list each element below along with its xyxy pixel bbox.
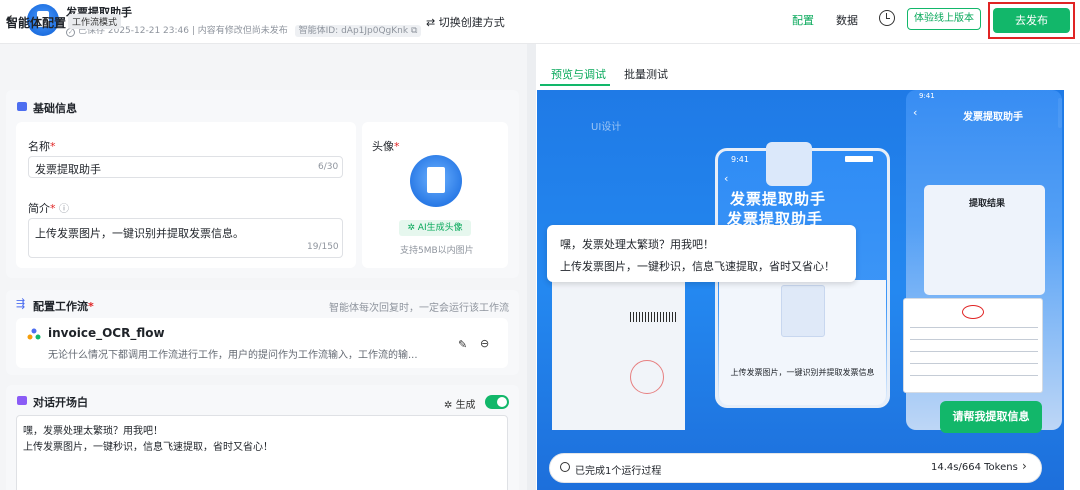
magic-icon: ✲ — [444, 400, 456, 411]
panel-divider[interactable] — [527, 44, 536, 490]
publish-button[interactable]: 去发布 — [993, 8, 1070, 33]
tab-underline — [540, 84, 610, 86]
intro-value: 上传发票图片，一键识别并提取发票信息。 — [35, 227, 244, 240]
agent-id-chip[interactable]: 智能体ID: dAp1Jp0QgKnk ⧉ — [294, 25, 422, 37]
opening-line2: 上传发票图片，一键秒识，信息飞速提取，省时又省心！ — [23, 442, 273, 453]
basic-info-icon — [17, 102, 27, 111]
phone-time: 9:41 — [731, 155, 749, 164]
config-header — [0, 44, 527, 84]
bubble-line1: 嘿，发票处理太繁琐？用我吧！ — [560, 238, 714, 251]
back-phone-chevron-icon: ‹ — [913, 106, 918, 119]
tab-batch-test[interactable]: 批量测试 — [624, 66, 668, 82]
stamp-icon — [630, 360, 664, 394]
phone-status-icons — [845, 156, 873, 162]
generate-label: 生成 — [455, 400, 476, 411]
nav-data[interactable]: 数据 — [836, 12, 858, 28]
info-icon: ⓘ — [59, 204, 69, 215]
switch-label: 切换创建方式 — [438, 16, 505, 29]
run-tokens: 14.4s/664 Tokens — [931, 462, 1018, 473]
ai-generate-avatar-button[interactable]: ✲ AI生成头像 — [399, 220, 471, 236]
phone-back-icon: ‹ — [724, 172, 729, 185]
magic-icon: ✲ — [407, 223, 418, 233]
phone-caption: 上传发票图片，一键识别并提取发票信息 — [730, 368, 875, 377]
history-icon[interactable] — [879, 10, 895, 26]
bubble-line2: 上传发票图片，一键秒识，信息飞速提取，省时又省心！ — [560, 260, 835, 273]
avatar-image[interactable] — [410, 155, 462, 207]
ai-gen-label: AI生成头像 — [417, 223, 463, 233]
try-online-version-button[interactable]: 体验线上版本 — [907, 8, 981, 30]
config-title: 智能体配置 — [6, 16, 67, 30]
back-phone-time: 9:41 — [919, 92, 935, 100]
workflow-hint: 智能体每次回复时，一定会运行该工作流 — [329, 303, 509, 314]
stamp-icon — [962, 305, 984, 319]
mode-tag: 工作流模式 — [68, 14, 122, 29]
workflow-name: invoice_OCR_flow — [48, 326, 165, 340]
opening-title: 对话开场白 — [33, 396, 88, 409]
switch-create-mode-button[interactable]: ⇄ 切换创建方式 — [426, 14, 505, 30]
name-counter: 6/30 — [318, 162, 339, 172]
avatar-label: 头像* — [372, 140, 400, 153]
workflow-desc: 无论什么情况下都调用工作流进行工作，用户的提问作为工作流输入，工作流的输... — [48, 350, 418, 361]
invoice-paper-left — [552, 280, 685, 430]
run-status-text: 已完成1个运行过程 — [575, 466, 662, 477]
check-circle-icon — [560, 462, 570, 472]
publish-highlight-box: 去发布 — [988, 2, 1075, 39]
nav-config[interactable]: 配置 — [792, 12, 814, 28]
phone-mini-avatar — [766, 142, 812, 186]
avatar-hint: 支持5MB以内图片 — [400, 246, 474, 256]
workflow-node-icon — [27, 328, 41, 340]
name-value: 发票提取助手 — [35, 163, 101, 176]
chevron-right-icon[interactable]: › — [1022, 459, 1027, 473]
generate-opening-button[interactable]: ✲ 生成 — [444, 396, 476, 411]
swap-icon: ⇄ — [426, 16, 439, 29]
opening-icon — [17, 396, 27, 405]
intro-textarea[interactable]: 上传发票图片，一键识别并提取发票信息。 — [28, 218, 343, 258]
barcode-icon — [630, 312, 676, 322]
name-label: 名称* — [28, 140, 56, 153]
extract-info-button[interactable]: 请帮我提取信息 — [940, 401, 1042, 433]
workflow-icon: ⇶ — [16, 297, 26, 310]
opening-line1: 嘿，发票处理太繁琐？用我吧！ — [23, 426, 163, 437]
invoice-image — [903, 298, 1043, 393]
basic-info-title: 基础信息 — [33, 102, 77, 115]
opening-toggle[interactable] — [485, 395, 509, 409]
opening-textarea[interactable]: 嘿，发票处理太繁琐？用我吧！ 上传发票图片，一键秒识，信息飞速提取，省时又省心！ — [16, 415, 508, 490]
phone-title-1: 发票提取助手 — [730, 190, 827, 208]
workflow-title: 配置工作流* — [33, 300, 94, 313]
ui-design-text: UI设计 — [591, 122, 622, 133]
name-input[interactable]: 发票提取助手 — [28, 156, 343, 178]
intro-label: 简介* ⓘ — [28, 202, 69, 215]
tab-preview-debug[interactable]: 预览与调试 — [551, 66, 606, 82]
remove-icon[interactable]: ⊖ — [480, 337, 489, 350]
edit-icon[interactable]: ✎ — [458, 338, 467, 351]
result-title: 提取结果 — [969, 199, 1006, 209]
document-icon — [781, 285, 825, 337]
agent-id-text: 智能体ID: dAp1Jp0QgKnk — [298, 26, 409, 36]
check-circle-icon: ✓ — [66, 28, 75, 37]
back-phone-title: 发票提取助手 — [963, 112, 1023, 123]
intro-counter: 19/150 — [307, 242, 339, 252]
